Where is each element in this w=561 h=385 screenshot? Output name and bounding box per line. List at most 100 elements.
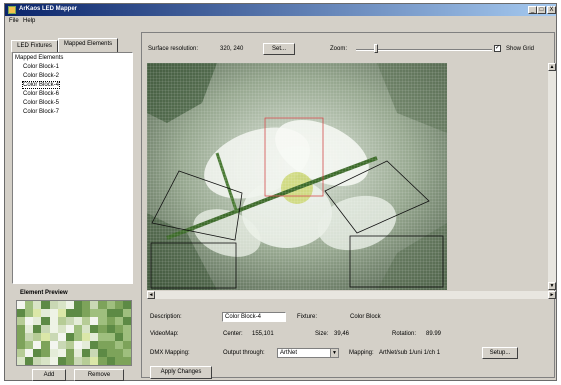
preview-pixel (90, 309, 99, 317)
preview-pixel (25, 325, 34, 333)
canvas-vertical-scrollbar[interactable]: ▲ ▼ (548, 63, 556, 290)
scroll-down-icon[interactable]: ▼ (548, 282, 556, 290)
preview-pixel (74, 309, 83, 317)
menu-file[interactable]: File (9, 18, 19, 24)
preview-pixel (82, 349, 91, 357)
dmx-mapping-label: DMX Mapping: (150, 350, 190, 356)
list-root[interactable]: Mapped Elements (15, 55, 63, 61)
title-bar: ArKaos LED Mapper _ □ X (5, 4, 556, 16)
preview-pixel (49, 309, 58, 317)
preview-pixel (122, 341, 131, 349)
list-item-selected[interactable]: Color Block-4 (21, 81, 61, 89)
scroll-left-icon[interactable]: ◄ (147, 291, 155, 299)
preview-pixel (41, 333, 50, 341)
preview-pixel (57, 349, 66, 357)
list-item[interactable]: Color Block-6 (23, 91, 59, 97)
close-button[interactable]: X (547, 6, 556, 14)
canvas-horizontal-scrollbar[interactable]: ◄ ► (147, 291, 556, 299)
setup-button[interactable]: Setup... (482, 347, 518, 359)
preview-pixel (74, 333, 83, 341)
preview-pixel (82, 309, 91, 317)
preview-pixel (74, 357, 83, 365)
preview-pixel (90, 349, 99, 357)
preview-pixel (57, 317, 66, 325)
preview-pixel (114, 301, 123, 309)
list-item[interactable]: Color Block-1 (23, 64, 59, 70)
preview-pixel (41, 325, 50, 333)
preview-pixel (90, 341, 99, 349)
chevron-down-icon[interactable]: ▼ (330, 349, 338, 357)
preview-pixel (82, 301, 91, 309)
preview-pixel (90, 333, 99, 341)
preview-pixel (106, 309, 115, 317)
preview-pixel (98, 357, 107, 365)
app-window: ArKaos LED Mapper _ □ X File Help LED Fi… (4, 3, 557, 381)
preview-pixel (106, 341, 115, 349)
preview-pixel (25, 357, 34, 365)
preview-pixel (41, 349, 50, 357)
list-item[interactable]: Color Block-2 (23, 73, 59, 79)
preview-pixel (98, 309, 107, 317)
preview-pixel (41, 357, 50, 365)
preview-pixel (57, 333, 66, 341)
surface-resolution-label: Surface resolution: (148, 46, 199, 52)
description-label: Description: (150, 314, 182, 320)
add-button[interactable]: Add (32, 369, 66, 381)
preview-pixel (106, 349, 115, 357)
preview-pixel (33, 317, 42, 325)
preview-pixel (65, 333, 74, 341)
zoom-slider-thumb[interactable] (374, 44, 378, 53)
preview-pixel (49, 341, 58, 349)
flower-image (147, 63, 447, 290)
fixture-value: Color Block (350, 314, 381, 320)
preview-pixel (98, 333, 107, 341)
preview-pixel (106, 301, 115, 309)
output-select[interactable]: ArtNet ▼ (277, 348, 339, 358)
preview-pixel (114, 333, 123, 341)
list-item[interactable]: Color Block-7 (23, 109, 59, 115)
surface-resolution-value: 320, 240 (220, 46, 244, 52)
scroll-right-icon[interactable]: ► (548, 291, 556, 299)
preview-pixel (57, 325, 66, 333)
preview-pixel (57, 357, 66, 365)
tab-led-fixtures[interactable]: LED Fixtures (11, 40, 58, 52)
preview-pixel (17, 341, 26, 349)
show-grid-checkbox[interactable]: ✓ (494, 45, 501, 52)
preview-pixel (65, 301, 74, 309)
output-select-value: ArtNet (280, 350, 298, 356)
preview-pixel (17, 309, 26, 317)
menu-help[interactable]: Help (23, 18, 35, 24)
preview-pixel (33, 325, 42, 333)
preview-pixel (90, 317, 99, 325)
preview-pixel (114, 357, 123, 365)
remove-button[interactable]: Remove (74, 369, 124, 381)
preview-pixel (122, 357, 131, 365)
element-preview-label: Element Preview (20, 290, 68, 296)
preview-pixel (17, 349, 26, 357)
set-resolution-button[interactable]: Set... (263, 43, 295, 55)
preview-pixel (82, 333, 91, 341)
preview-pixel (25, 301, 34, 309)
preview-pixel (33, 341, 42, 349)
zoom-label: Zoom: (330, 46, 348, 52)
preview-pixel (122, 325, 131, 333)
preview-pixel (114, 341, 123, 349)
preview-pixel (82, 317, 91, 325)
center-label: Center: (223, 331, 243, 337)
preview-pixel (17, 333, 26, 341)
preview-pixel (90, 301, 99, 309)
list-item[interactable]: Color Block-5 (23, 100, 59, 106)
mapping-canvas[interactable] (147, 63, 447, 290)
minimize-button[interactable]: _ (528, 6, 537, 14)
maximize-button[interactable]: □ (537, 6, 546, 14)
preview-pixel (41, 301, 50, 309)
tab-mapped-elements[interactable]: Mapped Elements (58, 38, 118, 52)
preview-pixel (33, 309, 42, 317)
mapped-elements-list[interactable]: Mapped Elements Color Block-1 Color Bloc… (12, 52, 133, 284)
scroll-up-icon[interactable]: ▲ (548, 63, 556, 71)
apply-changes-button[interactable]: Apply Changes (150, 366, 212, 379)
preview-pixel (49, 301, 58, 309)
description-field[interactable]: Color Block-4 (222, 312, 286, 322)
preview-pixel (41, 309, 50, 317)
preview-pixel (90, 325, 99, 333)
